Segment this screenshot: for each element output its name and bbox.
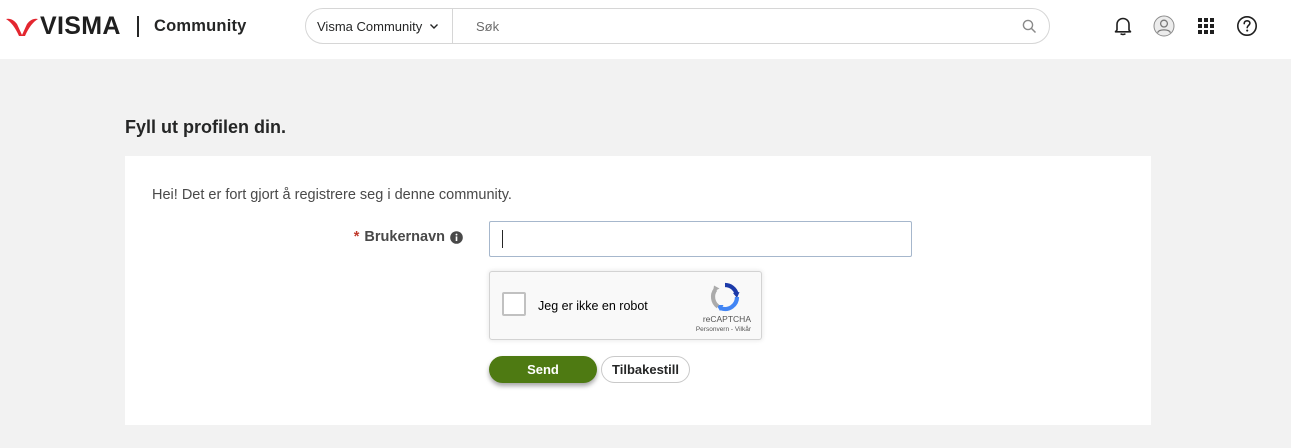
recaptcha-brand: reCAPTCHA xyxy=(702,314,751,324)
reset-button[interactable]: Tilbakestill xyxy=(601,356,690,383)
username-label-text: Brukernavn xyxy=(364,229,445,245)
search-button[interactable] xyxy=(1009,9,1049,43)
recaptcha-label: Jeg er ikke en robot xyxy=(538,299,648,313)
send-button[interactable]: Send xyxy=(489,356,597,383)
recaptcha-privacy-terms-links[interactable]: Personvern - Vilkår xyxy=(680,326,751,334)
username-label: * Brukernavn xyxy=(354,228,463,246)
apps-menu-button[interactable] xyxy=(1194,14,1218,38)
logo-divider xyxy=(137,16,139,37)
registration-form-card: Hei! Det er fort gjort å registrere seg … xyxy=(125,156,1151,425)
required-mark: * xyxy=(353,229,360,245)
username-input[interactable] xyxy=(489,221,912,257)
user-avatar-button[interactable] xyxy=(1152,14,1176,38)
recaptcha-checkbox[interactable] xyxy=(502,292,526,316)
search-bar: Visma Community xyxy=(305,8,1050,44)
help-icon xyxy=(1237,16,1257,36)
search-scope-dropdown[interactable]: Visma Community xyxy=(306,9,453,43)
search-icon xyxy=(1022,19,1036,33)
help-button[interactable] xyxy=(1235,14,1259,38)
logo-text: VISMA xyxy=(40,12,121,40)
recaptcha-widget: Jeg er ikke en robot reCAPTCHA Personver… xyxy=(489,271,762,340)
bell-icon xyxy=(1114,17,1132,36)
top-navbar: VISMA Community Visma Community xyxy=(0,0,1291,59)
recaptcha-logo-icon xyxy=(710,282,740,312)
visma-logo-mark-icon xyxy=(6,18,38,36)
chevron-down-icon xyxy=(430,24,439,29)
intro-text: Hei! Det er fort gjort å registrere seg … xyxy=(152,187,512,203)
user-avatar-icon xyxy=(1153,15,1175,37)
info-icon[interactable] xyxy=(450,230,463,244)
search-input[interactable] xyxy=(453,9,1009,43)
notifications-button[interactable] xyxy=(1111,14,1135,38)
community-title[interactable]: Community xyxy=(154,15,247,37)
search-scope-label: Visma Community xyxy=(317,18,423,34)
page-title: Fyll ut profilen din. xyxy=(125,117,286,137)
apps-grid-icon xyxy=(1198,18,1214,34)
text-caret xyxy=(502,230,503,248)
visma-logo[interactable]: VISMA xyxy=(5,13,121,39)
